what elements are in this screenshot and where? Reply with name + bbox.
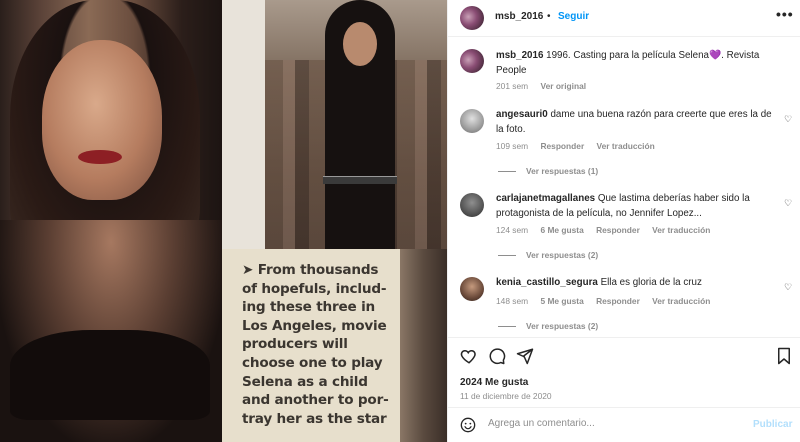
publish-button[interactable]: Publicar — [753, 419, 792, 430]
comment-like-heart-icon[interactable]: ♡ — [784, 198, 792, 209]
comment-like-heart-icon[interactable]: ♡ — [784, 114, 792, 125]
post-header: msb_2016 • Seguir ••• — [448, 0, 800, 37]
view-replies-button[interactable]: Ver respuestas (2) — [498, 250, 598, 260]
comment-icon[interactable] — [488, 347, 506, 370]
header-separator: • — [547, 11, 551, 22]
heart-icon[interactable] — [460, 347, 478, 370]
post-media[interactable]: ➤ From thousands of hopefuls, includ- in… — [0, 0, 447, 442]
comment-text: Ella es gloria de la cruz — [600, 277, 702, 288]
comment-translate-button[interactable]: Ver traducción — [652, 296, 710, 306]
comment-translate-button[interactable]: Ver traducción — [652, 225, 710, 235]
comment-time[interactable]: 148 sem — [496, 296, 528, 306]
comment-avatar[interactable] — [460, 277, 484, 301]
replies-line — [498, 255, 516, 257]
post-date[interactable]: 11 de diciembre de 2020 — [460, 391, 552, 401]
comment-translate-button[interactable]: Ver traducción — [597, 141, 655, 151]
comment-avatar[interactable] — [460, 109, 484, 133]
comment-reply-button[interactable]: Responder — [596, 225, 640, 235]
more-options-icon[interactable]: ••• — [776, 6, 794, 22]
view-replies-label: Ver respuestas (2) — [526, 321, 599, 331]
comment-item: kenia_castillo_segura Ella es gloria de … — [496, 276, 776, 291]
post-panel: msb_2016 • Seguir ••• msb_2016 1996. Cas… — [447, 0, 800, 442]
caption-time[interactable]: 201 sem — [496, 81, 528, 91]
caption: msb_2016 1996. Casting para la película … — [496, 49, 776, 78]
likes-count[interactable]: 2024 Me gusta — [460, 377, 528, 388]
view-replies-button[interactable]: Ver respuestas (2) — [498, 321, 598, 331]
replies-line — [498, 171, 516, 173]
comment-avatar[interactable] — [460, 193, 484, 217]
caption-translate[interactable]: Ver original — [540, 81, 586, 91]
comment-reply-button[interactable]: Responder — [596, 296, 640, 306]
caption-avatar[interactable] — [460, 49, 484, 73]
comment-meta: 109 sem Responder Ver traducción — [496, 141, 665, 151]
replies-line — [498, 326, 516, 328]
comment-composer: Publicar — [448, 407, 800, 442]
action-bar: 2024 Me gusta 11 de diciembre de 2020 — [448, 337, 800, 407]
comment-time[interactable]: 124 sem — [496, 225, 528, 235]
emoji-icon[interactable] — [460, 417, 476, 437]
send-icon[interactable] — [516, 347, 534, 370]
comment-meta: 148 sem 5 Me gusta Responder Ver traducc… — [496, 296, 720, 306]
bookmark-icon[interactable] — [776, 347, 792, 370]
comment-username[interactable]: carlajanetmagallanes — [496, 193, 595, 204]
comment-likes[interactable]: 6 Me gusta — [540, 225, 583, 235]
comment-meta: 124 sem 6 Me gusta Responder Ver traducc… — [496, 225, 720, 235]
crowd-photo — [265, 0, 447, 249]
comment-like-heart-icon[interactable]: ♡ — [784, 282, 792, 293]
caption-meta: 201 sem Ver original — [496, 81, 596, 91]
comment-input[interactable] — [488, 418, 738, 429]
comment-username[interactable]: angesauri0 — [496, 109, 548, 120]
comments-list[interactable]: msb_2016 1996. Casting para la película … — [448, 37, 800, 337]
view-replies-label: Ver respuestas (1) — [526, 166, 599, 176]
magazine-clipping: ➤ From thousands of hopefuls, includ- in… — [222, 249, 447, 442]
main-portrait-photo — [0, 0, 222, 442]
comment-likes[interactable]: 5 Me gusta — [540, 296, 583, 306]
author-username[interactable]: msb_2016 — [495, 11, 543, 22]
clipping-text: ➤ From thousands of hopefuls, includ- in… — [242, 262, 389, 427]
comment-username[interactable]: kenia_castillo_segura — [496, 277, 598, 288]
view-replies-button[interactable]: Ver respuestas (1) — [498, 166, 598, 176]
comment-reply-button[interactable]: Responder — [540, 141, 584, 151]
view-replies-label: Ver respuestas (2) — [526, 250, 599, 260]
caption-username[interactable]: msb_2016 — [496, 50, 543, 61]
comment-item: carlajanetmagallanes Que lastima debería… — [496, 192, 776, 221]
comment-item: angesauri0 dame una buena razón para cre… — [496, 108, 776, 137]
author-avatar[interactable] — [460, 6, 484, 30]
comment-time[interactable]: 109 sem — [496, 141, 528, 151]
follow-button[interactable]: Seguir — [558, 11, 589, 22]
